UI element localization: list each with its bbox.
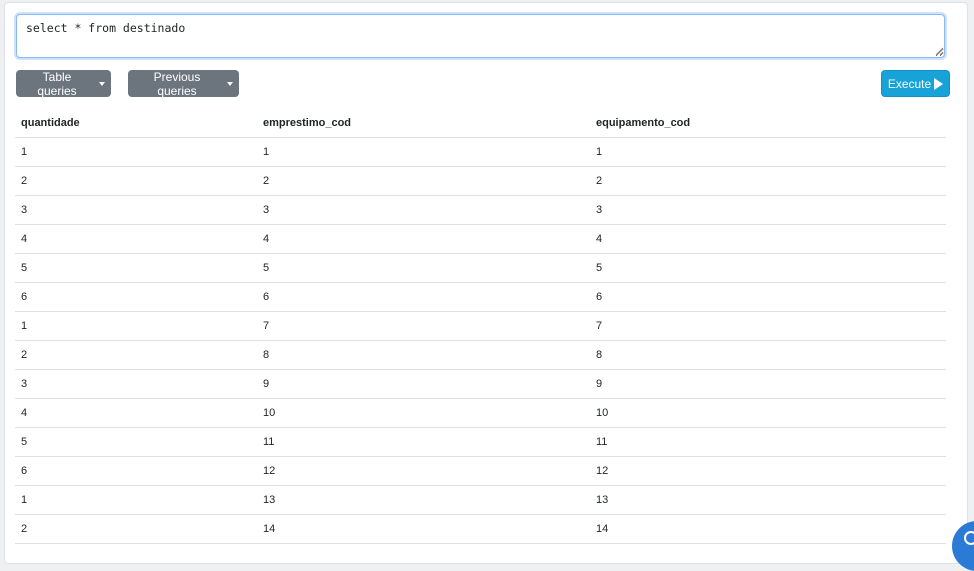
- table-cell: 10: [257, 398, 590, 428]
- table-cell: 3: [590, 195, 946, 225]
- table-cell: 9: [590, 369, 946, 399]
- sql-query-input[interactable]: [16, 14, 945, 58]
- caret-down-icon: [227, 82, 233, 86]
- table-cell: 4: [590, 224, 946, 254]
- table-row: 399: [15, 369, 946, 399]
- table-cell: 13: [257, 485, 590, 515]
- table-row: 666: [15, 282, 946, 312]
- table-cell: 4: [15, 224, 257, 254]
- table-cell: 14: [590, 514, 946, 544]
- table-row: 6 12 12: [15, 456, 946, 486]
- table-cell: 7: [257, 311, 590, 341]
- table-cell: 10: [590, 398, 946, 428]
- table-row: 333: [15, 195, 946, 225]
- table-cell: 9: [257, 369, 590, 399]
- execute-label: Execute: [887, 76, 932, 91]
- table-row: 177: [15, 311, 946, 341]
- table-row: 1 13 13: [15, 485, 946, 515]
- table-cell: 13: [590, 485, 946, 515]
- play-icon: [934, 77, 944, 90]
- table-cell: 2: [15, 340, 257, 370]
- table-cell: 8: [590, 340, 946, 370]
- table-row: 5 11 11: [15, 427, 946, 457]
- results-header-row: quantidade emprestimo_cod equipamento_co…: [15, 109, 946, 138]
- table-cell: 1: [15, 137, 257, 167]
- results-table: quantidade emprestimo_cod equipamento_co…: [15, 109, 946, 544]
- table-cell: 4: [15, 398, 257, 428]
- previous-queries-label: Previous queries: [153, 69, 201, 98]
- table-queries-label: Table queries: [37, 69, 77, 98]
- table-cell: 5: [257, 253, 590, 283]
- table-cell: 5: [15, 427, 257, 457]
- caret-down-icon: [99, 82, 105, 86]
- table-cell: 1: [590, 137, 946, 167]
- table-cell: 1: [15, 311, 257, 341]
- table-cell: 3: [15, 369, 257, 399]
- table-cell: 2: [257, 166, 590, 196]
- table-cell: 14: [257, 514, 590, 544]
- table-cell: 3: [15, 195, 257, 225]
- table-cell: 5: [590, 253, 946, 283]
- table-cell: 12: [590, 456, 946, 486]
- table-cell: 11: [590, 427, 946, 457]
- table-cell: 7: [590, 311, 946, 341]
- table-cell: 1: [15, 485, 257, 515]
- table-row: 222: [15, 166, 946, 196]
- column-header-emprestimo-cod: emprestimo_cod: [257, 109, 590, 138]
- table-cell: 5: [15, 253, 257, 283]
- table-queries-dropdown[interactable]: Table queries: [16, 69, 111, 98]
- table-row: 111: [15, 137, 946, 167]
- table-cell: 12: [257, 456, 590, 486]
- column-header-equipamento-cod: equipamento_cod: [590, 109, 946, 138]
- table-cell: 6: [15, 456, 257, 486]
- table-cell: 1: [257, 137, 590, 167]
- table-cell: 2: [590, 166, 946, 196]
- table-cell: 6: [15, 282, 257, 312]
- results-body: 1 1 1 2 2 2 3 3 3 4 4 4 5 5 5 6 6 6 1 7 7 2 8 8 3 9 9 4 10 10 5 11 11 6 12…: [15, 137, 946, 544]
- table-cell: 2: [15, 514, 257, 544]
- table-row: 444: [15, 224, 946, 254]
- table-cell: 4: [257, 224, 590, 254]
- table-cell: 2: [15, 166, 257, 196]
- execute-button[interactable]: Execute: [881, 70, 950, 97]
- table-row: 2 14 14: [15, 514, 946, 544]
- chat-help-icon: [964, 531, 974, 545]
- table-row: 288: [15, 340, 946, 370]
- table-cell: 11: [257, 427, 590, 457]
- table-row: 555: [15, 253, 946, 283]
- table-cell: 8: [257, 340, 590, 370]
- table-cell: 6: [590, 282, 946, 312]
- table-cell: 3: [257, 195, 590, 225]
- column-header-quantidade: quantidade: [15, 109, 257, 138]
- previous-queries-dropdown[interactable]: Previous queries: [128, 69, 239, 98]
- table-row: 4 10 10: [15, 398, 946, 428]
- table-cell: 6: [257, 282, 590, 312]
